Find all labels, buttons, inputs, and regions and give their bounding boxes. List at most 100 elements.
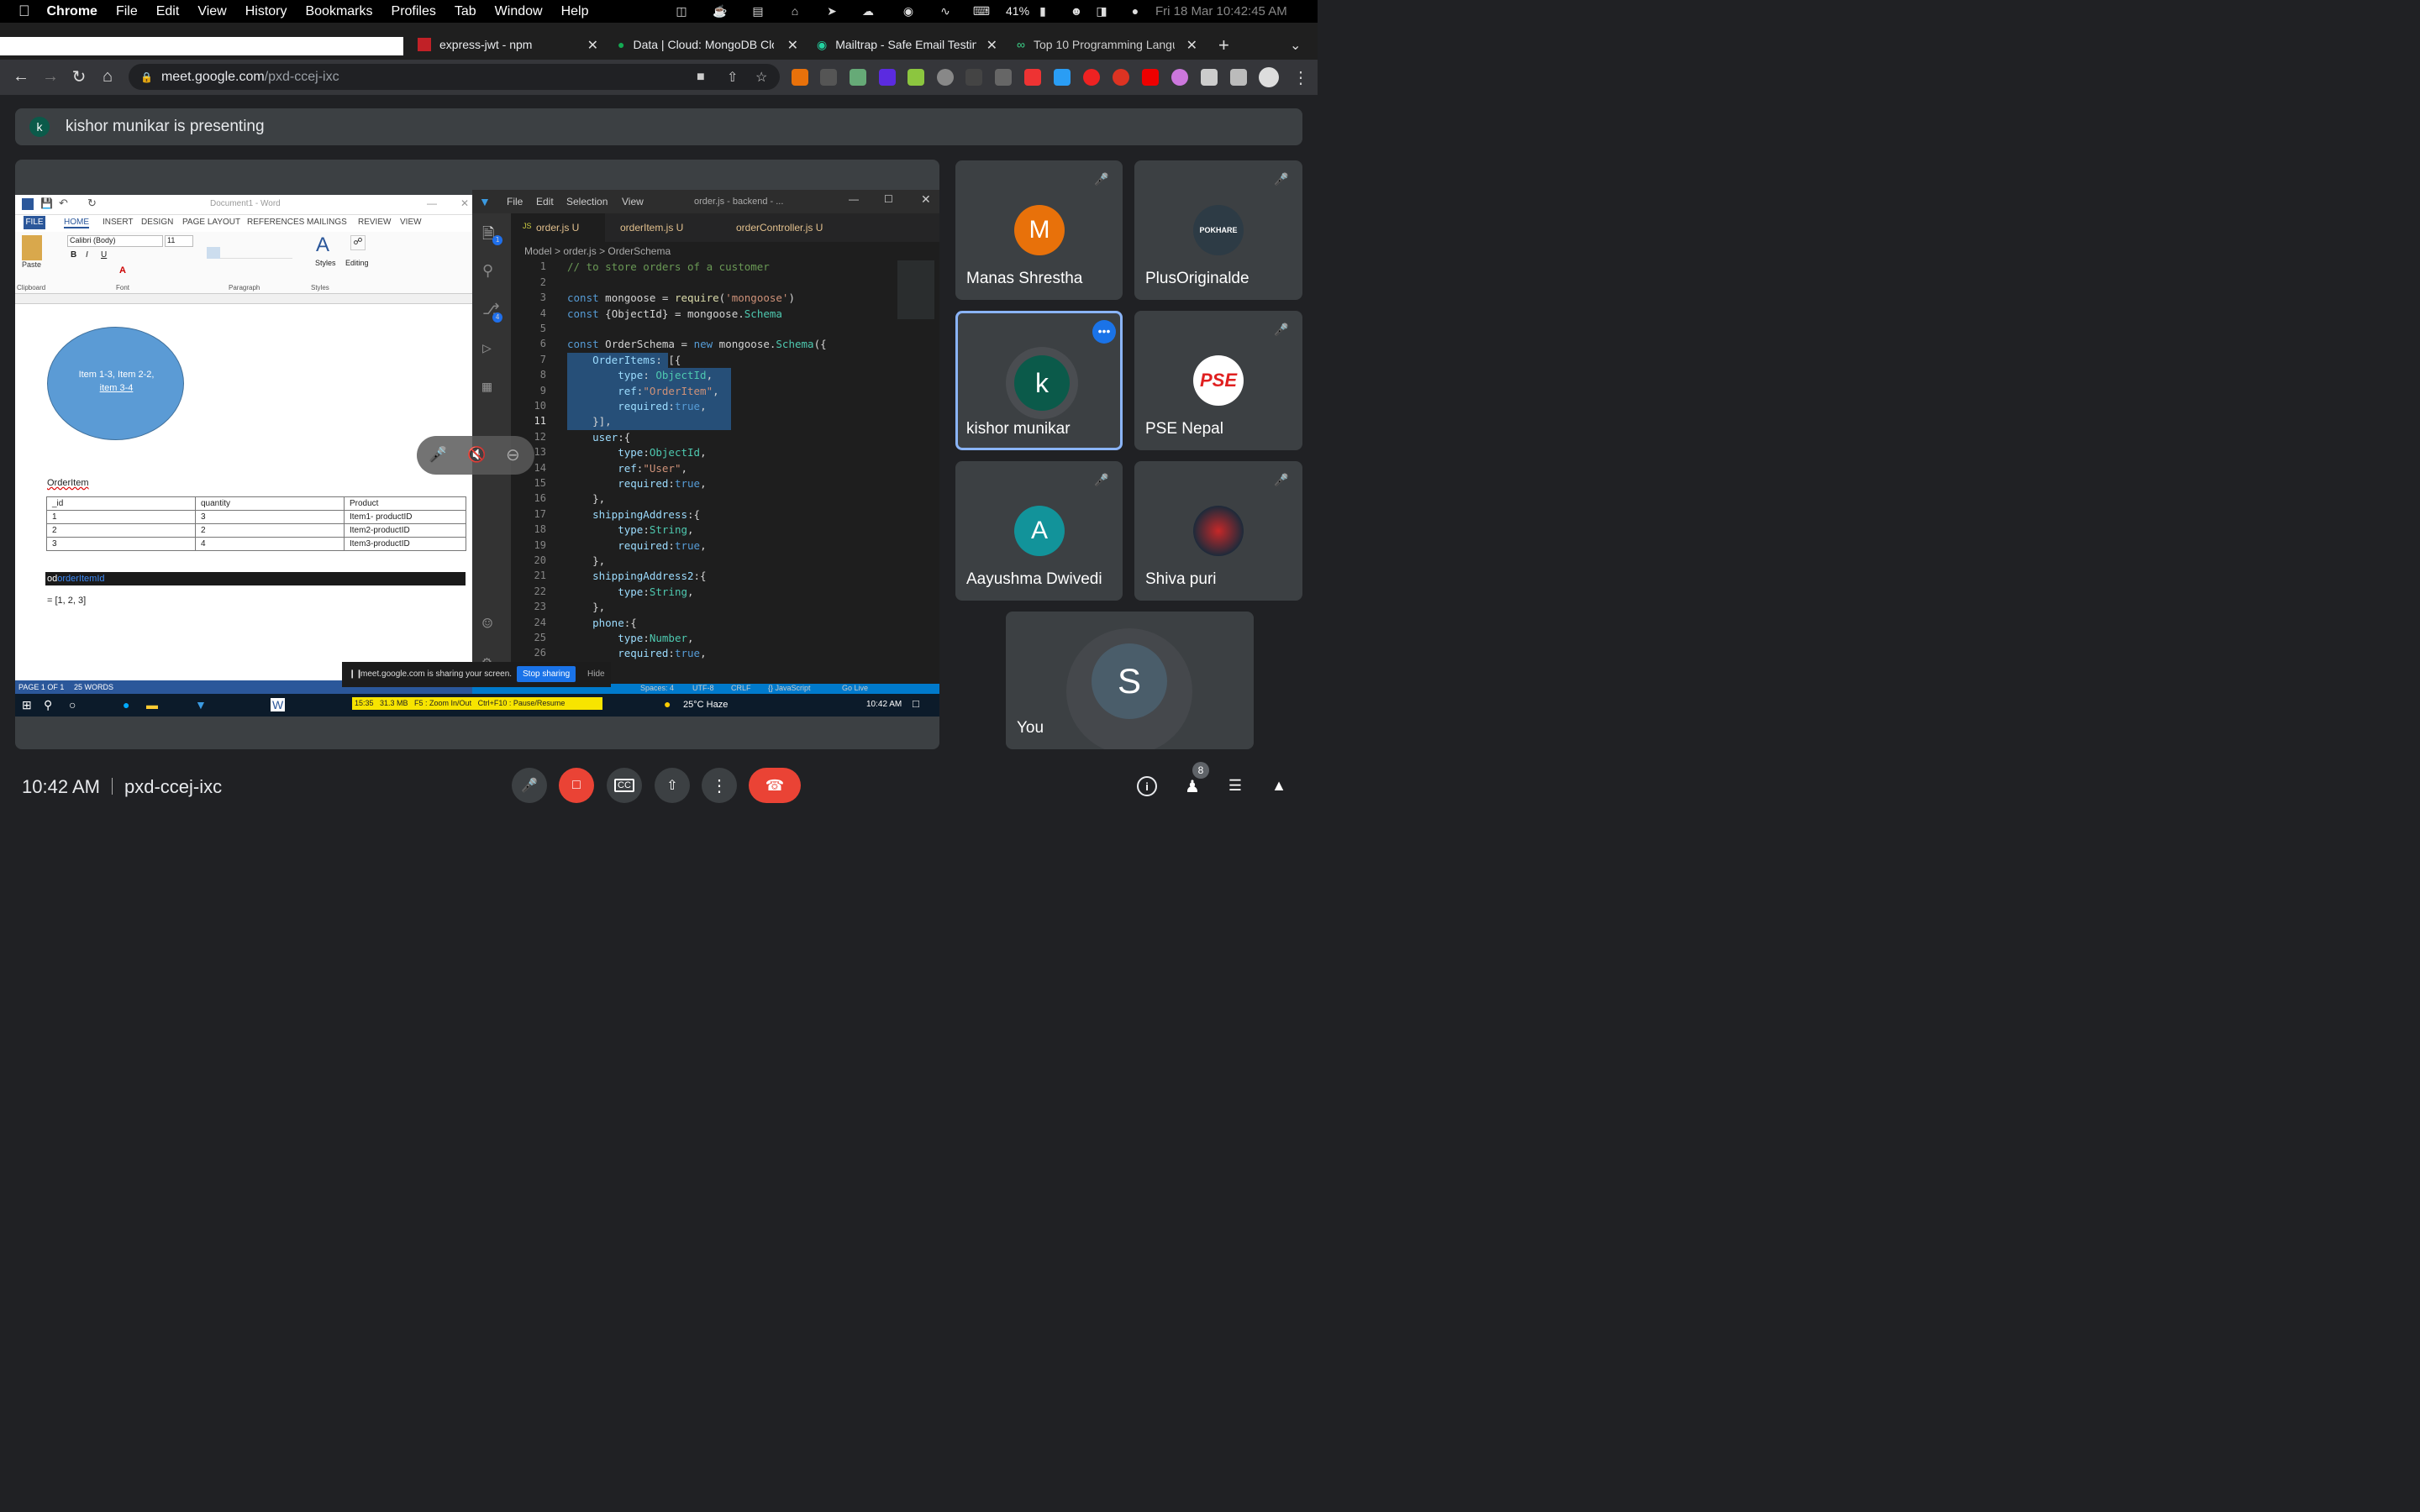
close-icon[interactable]: ✕ <box>460 197 469 209</box>
extension-target-icon[interactable] <box>1083 69 1100 86</box>
bold-icon[interactable]: B <box>71 250 76 260</box>
extension-fx-icon[interactable] <box>820 69 837 86</box>
folder-icon[interactable]: ▬ <box>146 698 158 711</box>
activities-icon[interactable]: ▲ <box>1268 774 1290 796</box>
cloud-icon[interactable]: ☁ <box>859 3 877 19</box>
participant-tile[interactable]: 🎤 PSE PSE Nepal <box>1134 311 1302 450</box>
minimize-icon[interactable]: — <box>427 197 437 209</box>
profile-avatar[interactable] <box>1259 67 1279 87</box>
tab-mailtrap[interactable]: ◉ Mailtrap - Safe Email Testin ✕ <box>817 32 997 57</box>
camera-icon[interactable]: ■ <box>697 70 705 85</box>
font-size-select[interactable]: 11 <box>165 235 193 247</box>
participant-tile-active[interactable]: ••• k kishor munikar <box>955 311 1123 450</box>
ellipse-shape[interactable]: Item 1-3, Item 2-2, item 3-4 <box>47 327 184 440</box>
remove-icon[interactable]: ⊖ <box>506 444 520 465</box>
hide-button[interactable]: Hide <box>587 669 605 679</box>
editor-tab-orderitem[interactable]: orderItem.js U <box>620 222 683 234</box>
activity-icon[interactable]: ∿ <box>936 3 955 19</box>
ribbon-tab-insert[interactable]: INSERT <box>103 218 134 227</box>
extensions-puzzle-icon[interactable] <box>1201 69 1218 86</box>
user-icon[interactable]: ☻ <box>1067 3 1086 19</box>
share-icon[interactable]: ⇧ <box>727 69 738 86</box>
ribbon-tab-references[interactable]: REFERENCES <box>247 218 304 227</box>
extensions-icon[interactable]: ▦ <box>482 378 492 396</box>
kebab-menu-icon[interactable]: ⋮ <box>1292 67 1309 88</box>
participant-tile[interactable]: 🎤 M Manas Shrestha <box>955 160 1123 300</box>
vscode-menu-view[interactable]: View <box>622 196 644 207</box>
ribbon-tab-page-layout[interactable]: PAGE LAYOUT <box>182 218 240 227</box>
underline-icon[interactable]: U <box>101 250 107 260</box>
ribbon-tab-file[interactable]: FILE <box>24 216 45 229</box>
ribbon-tab-view[interactable]: VIEW <box>400 218 422 227</box>
more-options-icon[interactable]: ••• <box>1092 320 1116 344</box>
mic-off-icon[interactable]: 🎤 <box>429 446 447 464</box>
ribbon-tab-home[interactable]: HOME <box>64 218 89 228</box>
captions-button[interactable]: CC <box>607 768 642 803</box>
italic-icon[interactable]: I <box>86 250 88 260</box>
status-spaces[interactable]: Spaces: 4 <box>640 684 674 692</box>
breadcrumb-symbol[interactable]: OrderSchema <box>608 245 671 257</box>
close-icon[interactable]: ✕ <box>921 192 931 207</box>
menu-window[interactable]: Window <box>495 4 543 19</box>
sidepanel-icon[interactable] <box>1230 69 1247 86</box>
status-language[interactable]: {} JavaScript <box>768 684 811 692</box>
home-icon[interactable]: ⌂ <box>786 3 804 19</box>
vscode-menu-selection[interactable]: Selection <box>566 196 608 207</box>
tab-mongodb[interactable]: ● Data | Cloud: MongoDB Clo ✕ <box>618 32 798 57</box>
close-icon[interactable]: ✕ <box>787 37 798 54</box>
home-icon[interactable]: ⌂ <box>98 67 117 86</box>
save-icon[interactable]: 💾 <box>40 197 53 209</box>
control-center-icon[interactable]: ◨ <box>1092 3 1111 19</box>
mic-button[interactable]: 🎤 <box>512 768 547 803</box>
undo-icon[interactable]: ↶ <box>59 197 68 210</box>
tab-top10[interactable]: ∞ Top 10 Programming Langu ✕ <box>1017 32 1197 57</box>
forward-icon[interactable]: → <box>41 67 60 86</box>
battery-icon[interactable]: ▮ <box>1034 3 1052 19</box>
ribbon-tab-review[interactable]: REVIEW <box>358 218 391 227</box>
siri-icon[interactable]: ● <box>1126 3 1144 19</box>
menu-profiles[interactable]: Profiles <box>392 4 436 19</box>
menu-app-name[interactable]: Chrome <box>47 4 97 19</box>
notification-icon[interactable]: □ <box>913 697 919 710</box>
extension-blue-icon[interactable] <box>1054 69 1071 86</box>
present-button[interactable]: ⇧ <box>655 768 690 803</box>
teacup-icon[interactable]: ☕ <box>711 3 729 19</box>
menu-history[interactable]: History <box>245 4 287 19</box>
apple-icon[interactable]:  <box>18 3 30 20</box>
self-tile[interactable]: S You <box>1006 612 1254 749</box>
extension-red-icon[interactable] <box>1024 69 1041 86</box>
menu-bookmarks[interactable]: Bookmarks <box>305 4 372 19</box>
word-taskbar-icon[interactable]: W <box>271 698 286 711</box>
account-icon[interactable]: ☺ <box>482 613 492 633</box>
menu-tab[interactable]: Tab <box>455 4 476 19</box>
menu-help[interactable]: Help <box>561 4 589 19</box>
adblock-icon[interactable] <box>1113 69 1129 86</box>
tab-express-jwt[interactable]: express-jwt - npm ✕ <box>418 32 598 57</box>
font-color-icon[interactable]: A <box>119 265 126 276</box>
minimap[interactable] <box>897 260 934 319</box>
extension-brackets-icon[interactable] <box>965 69 982 86</box>
chat-icon[interactable]: ☰ <box>1224 774 1246 796</box>
paste-icon[interactable] <box>22 235 42 260</box>
stop-sharing-button[interactable]: Stop sharing <box>517 666 576 682</box>
align-left-icon[interactable] <box>207 247 220 259</box>
editor-tab-ordercontroller[interactable]: orderController.js U <box>736 222 823 234</box>
extension-gear-icon[interactable] <box>937 69 954 86</box>
search-icon[interactable]: ⚲ <box>482 262 493 280</box>
ribbon-tab-mailings[interactable]: MAILINGS <box>307 218 347 227</box>
meeting-info-icon[interactable]: i <box>1137 776 1157 796</box>
shield-icon[interactable] <box>1142 69 1159 86</box>
extension-sheets-icon[interactable] <box>908 69 924 86</box>
omnibox[interactable]: 🔒 meet.google.com/pxd-ccej-ixc ■ ⇧ ☆ <box>129 64 780 90</box>
menu-file[interactable]: File <box>116 4 138 19</box>
ghost-icon[interactable]: ◉ <box>899 3 918 19</box>
explorer-icon[interactable]: 🗎 <box>482 223 494 249</box>
mute-audio-icon[interactable]: 🔇 <box>467 446 486 464</box>
search-icon[interactable]: ⚲ <box>44 698 52 712</box>
extension-icon-1[interactable] <box>792 69 808 86</box>
camera-off-button[interactable]: □ <box>559 768 594 803</box>
redo-icon[interactable]: ↻ <box>87 197 97 210</box>
breadcrumb-model[interactable]: Model <box>524 245 552 257</box>
tab-search-chevron-icon[interactable]: ⌄ <box>1290 37 1301 54</box>
ribbon-tab-design[interactable]: DESIGN <box>141 218 173 227</box>
